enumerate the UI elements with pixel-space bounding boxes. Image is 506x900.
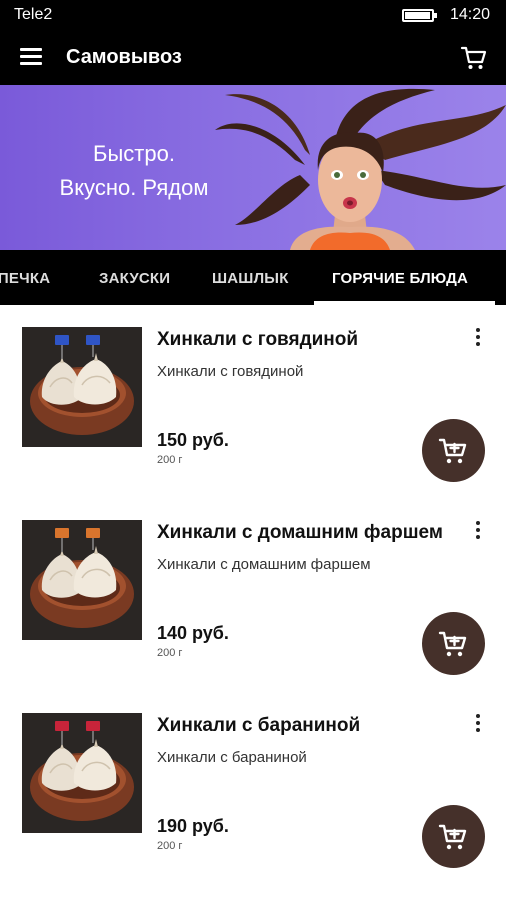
add-to-cart-button[interactable] <box>422 419 485 482</box>
dumplings-image <box>22 520 142 640</box>
product-card[interactable]: Хинкали с домашним фаршем Хинкали с дома… <box>0 500 506 693</box>
product-photo <box>22 327 142 447</box>
tab-goryachie-blyuda[interactable]: ГОРЯЧИЕ БЛЮДА <box>332 270 468 287</box>
product-photo <box>22 713 142 833</box>
more-options-icon[interactable] <box>468 711 488 735</box>
banner-woman-image <box>215 88 506 250</box>
status-bar: Tele2 14:20 <box>0 0 506 30</box>
tab-vypechka[interactable]: ВЫПЕЧКА <box>0 270 50 287</box>
product-weight: 200 г <box>157 647 183 659</box>
dumplings-image <box>22 713 142 833</box>
product-card[interactable]: Хинкали с говядиной Хинкали с говядиной … <box>0 307 506 500</box>
battery-icon <box>402 9 437 22</box>
product-weight: 200 г <box>157 840 183 852</box>
add-to-cart-icon <box>438 824 467 850</box>
add-to-cart-button[interactable] <box>422 612 485 675</box>
product-description: Хинкали с бараниной <box>157 749 307 766</box>
product-name: Хинкали с говядиной <box>157 329 359 350</box>
product-weight: 200 г <box>157 454 183 466</box>
page-title: Самовывоз <box>66 46 182 68</box>
product-name: Хинкали с домашним фаршем <box>157 522 443 543</box>
tab-shashlyk[interactable]: ШАШЛЫК <box>212 270 289 287</box>
product-photo <box>22 520 142 640</box>
product-description: Хинкали с домашним фаршем <box>157 556 371 573</box>
category-tabs: ВЫПЕЧКА ЗАКУСКИ ШАШЛЫК ГОРЯЧИЕ БЛЮДА <box>0 250 506 305</box>
more-options-icon[interactable] <box>468 325 488 349</box>
add-to-cart-icon <box>438 438 467 464</box>
promo-banner[interactable]: Быстро. Вкусно. Рядом <box>0 85 506 250</box>
product-price: 150 руб. <box>157 430 229 450</box>
product-price: 140 руб. <box>157 623 229 643</box>
tab-zakuski[interactable]: ЗАКУСКИ <box>99 270 170 287</box>
product-description: Хинкали с говядиной <box>157 363 304 380</box>
product-card[interactable]: Хинкали с бараниной Хинкали с бараниной … <box>0 693 506 886</box>
cart-icon[interactable] <box>460 44 488 72</box>
carrier-label: Tele2 <box>14 6 53 23</box>
banner-line-2: Вкусно. Рядом <box>59 175 209 200</box>
add-to-cart-button[interactable] <box>422 805 485 868</box>
menu-icon[interactable] <box>20 48 42 66</box>
product-name: Хинкали с бараниной <box>157 715 361 736</box>
active-tab-indicator <box>314 301 495 305</box>
app-bar: Самовывоз <box>0 30 506 85</box>
banner-line-1: Быстро. <box>93 141 175 166</box>
add-to-cart-icon <box>438 631 467 657</box>
dumplings-image <box>22 327 142 447</box>
more-options-icon[interactable] <box>468 518 488 542</box>
banner-slogan: Быстро. Вкусно. Рядом <box>34 137 234 205</box>
clock: 14:20 <box>449 6 490 23</box>
product-price: 190 руб. <box>157 816 229 836</box>
